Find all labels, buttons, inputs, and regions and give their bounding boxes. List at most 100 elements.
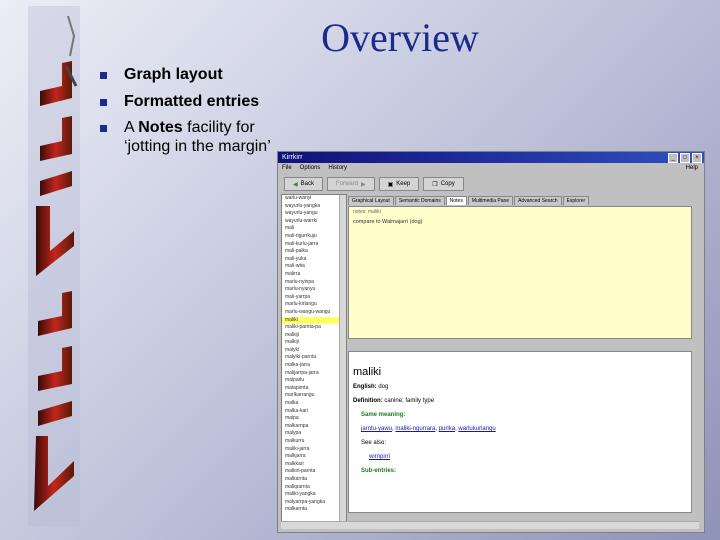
bullet-square-icon <box>100 125 107 132</box>
tab-semantic-domains[interactable]: Semantic Domains <box>394 196 445 205</box>
word-list-item[interactable]: malapirnta <box>282 385 346 393</box>
word-list-item[interactable]: malparlu <box>282 377 346 385</box>
back-arrow-icon: ◀ <box>293 181 298 188</box>
copy-button[interactable]: ❐ Copy <box>423 177 464 191</box>
tab-advanced-search[interactable]: Advanced Search <box>514 196 562 205</box>
word-list-item[interactable]: malkiji <box>282 339 346 347</box>
menu-file[interactable]: File <box>282 165 292 171</box>
tab-notes[interactable]: Notes <box>445 196 467 205</box>
tab-multimedia-pane[interactable]: Multimedia Pane <box>467 196 514 205</box>
minimize-icon[interactable]: _ <box>668 153 678 163</box>
menu-bar: File Options History Help <box>278 163 704 173</box>
window-title: Kirrkirr <box>282 154 303 161</box>
toolbar: ◀ Back Forward ▶ ▣ Keep ❐ Copy <box>278 173 704 195</box>
tab-explorer[interactable]: Explorer <box>562 196 590 205</box>
definition-value: canine; family type <box>384 398 435 404</box>
notes-text[interactable]: compare to Walmajarri (dog) <box>349 217 691 227</box>
word-list-item[interactable]: malka-jarra <box>282 362 346 370</box>
copy-icon: ❐ <box>432 181 438 188</box>
word-list-item[interactable]: malka <box>282 400 346 408</box>
see-also-link[interactable]: wirnpirri <box>369 454 390 460</box>
maximize-icon[interactable]: □ <box>680 153 690 163</box>
word-list-item[interactable]: malkurru <box>282 438 346 446</box>
word-list-item[interactable]: malkkari <box>282 461 346 469</box>
notes-pane[interactable]: notes: maliki compare to Walmajarri (dog… <box>348 206 692 339</box>
horizontal-scrollbar[interactable] <box>281 521 699 529</box>
forward-button[interactable]: Forward ▶ <box>326 177 375 191</box>
word-list-item[interactable]: mali <box>282 225 346 233</box>
kirrkirr-logo <box>28 6 80 526</box>
sub-entries-label: Sub-entries: <box>361 468 397 474</box>
word-list-item[interactable]: wayurlu-yangka <box>282 203 346 211</box>
word-list-item[interactable]: malkjarra <box>282 453 346 461</box>
word-list-item[interactable]: marlu-nyinpa <box>282 279 346 287</box>
tab-graphical-layout[interactable]: Graphical Layout <box>348 196 394 205</box>
word-list-item[interactable]: wayurlu-warrki <box>282 218 346 226</box>
bullet-square-icon <box>100 98 107 106</box>
close-icon[interactable]: × <box>692 153 702 163</box>
forward-label: Forward <box>335 181 358 187</box>
entry-pane: maliki English: dog Definition: canine; … <box>348 351 692 513</box>
word-list-item[interactable]: malyarrpa-yangka <box>282 499 346 507</box>
word-list-item[interactable]: marlu-wangu-wangu <box>282 309 346 317</box>
same-meaning-link[interactable]: maliki-ngurrara <box>395 426 435 432</box>
word-list[interactable]: warlu-wanyi wayurlu-yangka wayurlu-yangu wa… <box>281 194 347 526</box>
word-list-item[interactable]: malijarrpa-jarra <box>282 370 346 378</box>
bullet-list: Graph layout Formatted entries A Notes f… <box>96 66 286 164</box>
same-meaning-link[interactable]: jarntu-yawu <box>361 426 392 432</box>
word-list-item[interactable]: malpa <box>282 415 346 423</box>
slide-title: Overview <box>321 15 479 60</box>
menu-options[interactable]: Options <box>300 165 321 171</box>
word-list-scrollbar[interactable] <box>339 195 346 525</box>
back-label: Back <box>300 181 314 187</box>
word-list-item[interactable]: malyki <box>282 347 346 355</box>
keep-icon: ▣ <box>387 181 394 188</box>
word-list-item[interactable]: malkarnta <box>282 476 346 484</box>
word-list-item[interactable]: malka-kari <box>282 408 346 416</box>
bullet-square-icon <box>100 72 107 79</box>
bullet-item: Graph layout <box>96 66 286 85</box>
bullet-text: Formatted entries <box>124 92 260 110</box>
menu-help[interactable]: Help <box>686 165 698 171</box>
copy-label: Copy <box>440 181 455 187</box>
bullet-text: Graph layout <box>124 66 223 83</box>
word-list-item[interactable]: malirra <box>282 271 346 279</box>
word-list-item[interactable]: wayurlu-yangu <box>282 210 346 218</box>
word-list-item[interactable]: malkarnta <box>282 506 346 514</box>
word-list-item[interactable]: mali-yarrpa <box>282 294 346 302</box>
word-list-item[interactable]: marlkarrangu <box>282 392 346 400</box>
word-list-item[interactable]: mali-palka <box>282 248 346 256</box>
bullet-text-bold: Notes <box>138 119 183 136</box>
word-list-item[interactable]: maliki-jarra <box>282 446 346 454</box>
word-list-item[interactable]: mali-kurlu-jarra <box>282 241 346 249</box>
word-list-item[interactable]: maliki <box>282 316 346 325</box>
window-titlebar[interactable]: Kirrkirr _ □ × <box>278 152 704 163</box>
word-list-item[interactable]: mali-ngurrkuju <box>282 233 346 241</box>
entry-headword: maliki <box>353 366 382 378</box>
english-value: dog <box>378 384 389 390</box>
bullet-text: A <box>124 119 139 136</box>
word-list-item[interactable]: malkiri-parnta <box>282 468 346 476</box>
english-label: English: <box>353 384 377 390</box>
same-meaning-link[interactable]: warlukurlangu <box>458 426 495 432</box>
word-list-item[interactable]: mali-yuka <box>282 256 346 264</box>
word-list-item[interactable]: malkparnta <box>282 484 346 492</box>
word-list-item[interactable]: maliki-parnta-pa <box>282 324 346 332</box>
menu-history[interactable]: History <box>328 165 347 171</box>
same-meaning-label: Same meaning: <box>361 412 406 418</box>
word-list-item[interactable]: maliki-yangka <box>282 491 346 499</box>
word-list-item[interactable]: marlu-nyanyu <box>282 286 346 294</box>
word-list-item[interactable]: warlu-wanyi <box>282 195 346 203</box>
word-list-item[interactable]: malypa <box>282 430 346 438</box>
same-meaning-link[interactable]: purlka <box>439 426 455 432</box>
keep-button[interactable]: ▣ Keep <box>378 177 420 191</box>
word-list-item[interactable]: malkiji <box>282 332 346 340</box>
word-list-item[interactable]: marlu-kirlangu <box>282 301 346 309</box>
same-meaning-links: jarntu-yawu, maliki-ngurrara, purlka, wa… <box>361 426 496 432</box>
word-list-item[interactable]: malyiki-parnta <box>282 354 346 362</box>
word-list-item[interactable]: malkarnpa <box>282 423 346 431</box>
see-also-label: See also: <box>361 440 387 446</box>
notes-header: notes: maliki <box>353 209 381 215</box>
word-list-item[interactable]: mali-wita <box>282 263 346 271</box>
back-button[interactable]: ◀ Back <box>284 177 323 191</box>
